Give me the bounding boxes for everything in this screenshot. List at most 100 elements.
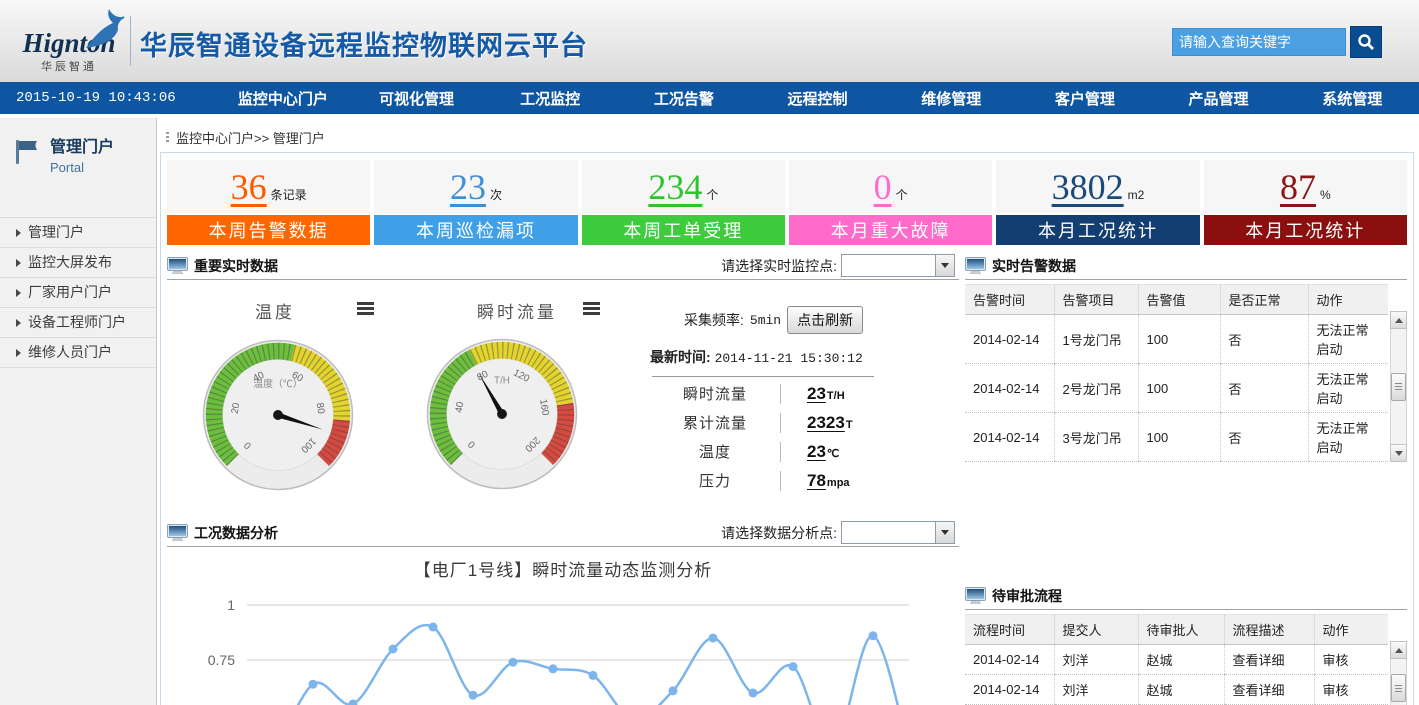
nav-item-visualization[interactable]: 可视化管理 (350, 88, 484, 109)
grip-icon (1395, 383, 1402, 390)
arrow-down-icon (1395, 451, 1403, 456)
chart-menu-icon[interactable] (583, 302, 600, 317)
stat-unit: 条记录 (271, 186, 307, 203)
audit-link[interactable]: 审核 (1314, 645, 1388, 675)
view-detail-link[interactable]: 查看详细 (1224, 675, 1314, 705)
nav-item-system[interactable]: 系统管理 (1285, 88, 1419, 109)
stat-card-monthly-condition-m2[interactable]: 3802 m2 本月工况统计 (996, 160, 1199, 245)
stat-unit: m2 (1128, 188, 1145, 202)
breadcrumb-text: 监控中心门户>> 管理门户 (176, 128, 325, 147)
nav-item-maintenance[interactable]: 维修管理 (884, 88, 1018, 109)
arrow-right-icon (16, 349, 21, 357)
audit-link[interactable]: 审核 (1314, 675, 1388, 705)
monitor-point-select[interactable] (841, 254, 955, 277)
scroll-down-button[interactable] (1390, 444, 1407, 462)
chevron-down-icon (941, 263, 949, 268)
col-header: 告警时间 (965, 285, 1054, 315)
alarm-table: 告警时间 告警项目 告警值 是否正常 动作 2014-02-141号龙门吊100… (965, 284, 1388, 462)
sidebar-item-factory-portal[interactable]: 厂家用户门户 (0, 277, 156, 307)
stat-label: 本周巡检漏项 (374, 215, 577, 245)
nav-item-customer[interactable]: 客户管理 (1018, 88, 1152, 109)
stat-card-weekly-alarms[interactable]: 36条记录 本周告警数据 (167, 160, 370, 245)
scroll-track[interactable] (1390, 329, 1407, 444)
nav-items: 监控中心门户 可视化管理 工况监控 工况告警 远程控制 维修管理 客户管理 产品… (216, 88, 1419, 109)
stat-label: 本月工况统计 (1204, 215, 1407, 245)
stat-card-weekly-inspection[interactable]: 23次 本周巡检漏项 (374, 160, 577, 245)
stat-unit: % (1320, 188, 1331, 202)
sidebar-menu: 管理门户 监控大屏发布 厂家用户门户 设备工程师门户 维修人员门户 (0, 217, 156, 368)
metric-value: 78mpa (780, 471, 850, 491)
logo-subtext: 华辰智通 (10, 58, 128, 74)
main-panel: 36条记录 本周告警数据 23次 本周巡检漏项 234个 本周工单受理 0个 本… (160, 152, 1414, 705)
scroll-thumb[interactable] (1391, 373, 1406, 401)
stat-unit: 个 (706, 186, 718, 203)
table-scrollbar[interactable] (1390, 311, 1407, 462)
col-header: 告警项目 (1054, 285, 1138, 315)
approval-table-wrap: 流程时间 提交人 待审批人 流程描述 动作 2014-02-14刘洋赵城查看详细… (965, 614, 1407, 705)
nav-item-monitor-center[interactable]: 监控中心门户 (216, 88, 350, 109)
freq-label: 采集频率: (684, 310, 744, 330)
search-input[interactable] (1172, 28, 1346, 56)
stat-value: 3802 (1052, 167, 1124, 207)
sidebar-item-label: 设备工程师门户 (28, 308, 126, 337)
portal-subtitle: Portal (50, 160, 114, 175)
stat-value: 0 (874, 167, 892, 207)
scroll-up-button[interactable] (1390, 641, 1407, 659)
svg-text:80: 80 (314, 402, 327, 415)
flow-line-chart: 10.750.5value (167, 583, 937, 705)
chevron-down-icon (941, 530, 949, 535)
stat-value: 36 (231, 167, 267, 207)
scroll-thumb[interactable] (1391, 674, 1406, 702)
chart-menu-icon[interactable] (357, 302, 374, 317)
chart-title: 【电厂1号线】瞬时流量动态监测分析 (167, 556, 959, 581)
metric-value: 2323T (780, 413, 853, 433)
metric-value: 23℃ (780, 442, 839, 462)
view-detail-link[interactable]: 查看详细 (1224, 645, 1314, 675)
analysis-point-select[interactable] (841, 521, 955, 544)
metrics-list: 瞬时流量 23T/H 累计流量 2323T 温度 23℃ 压力 (650, 379, 950, 495)
stat-value: 23 (450, 167, 486, 207)
monitor-icon (167, 524, 188, 541)
header: Hignton 华辰智通 华辰智通设备远程监控物联网云平台 (0, 0, 1419, 83)
svg-text:20: 20 (230, 402, 243, 415)
table-scrollbar[interactable] (1390, 641, 1407, 705)
sidebar-item-engineer-portal[interactable]: 设备工程师门户 (0, 307, 156, 337)
search-button[interactable] (1350, 26, 1382, 58)
sidebar-item-admin-portal[interactable]: 管理门户 (0, 217, 156, 247)
approval-table: 流程时间 提交人 待审批人 流程描述 动作 2014-02-14刘洋赵城查看详细… (965, 614, 1388, 705)
right-column: 实时告警数据 告警时间 告警项目 告警值 是否正常 动作 2014-02-141… (965, 245, 1407, 705)
nav-item-condition-monitor[interactable]: 工况监控 (483, 88, 617, 109)
latest-time-value: 2014-11-21 15:30:12 (715, 351, 863, 366)
scroll-track[interactable] (1390, 659, 1407, 705)
table-row: 2014-02-14刘洋赵城查看详细审核 (965, 675, 1388, 705)
sidebar-item-repair-portal[interactable]: 维修人员门户 (0, 337, 156, 368)
col-header: 是否正常 (1220, 285, 1308, 315)
portal-header: 管理门户 Portal (0, 118, 156, 189)
nav-item-remote-control[interactable]: 远程控制 (751, 88, 885, 109)
realtime-section-header: 重要实时数据 请选择实时监控点: (167, 252, 959, 280)
stat-label: 本月工况统计 (996, 215, 1199, 245)
stat-unit: 次 (490, 186, 502, 203)
table-row: 2014-02-14刘洋赵城查看详细审核 (965, 645, 1388, 675)
col-header: 告警值 (1138, 285, 1220, 315)
section-title: 实时告警数据 (992, 256, 1076, 276)
sidebar-item-label: 厂家用户门户 (28, 278, 112, 307)
alarm-section-header: 实时告警数据 (965, 252, 1407, 280)
realtime-data-panel: 采集频率: 5min 点击刷新 最新时间: 2014-11-21 15:30:1… (650, 306, 950, 495)
nav-item-condition-alarm[interactable]: 工况告警 (617, 88, 751, 109)
stat-label: 本月重大故障 (789, 215, 992, 245)
freq-value: 5min (750, 313, 781, 328)
stat-card-monthly-condition-pct[interactable]: 87% 本月工况统计 (1204, 160, 1407, 245)
gauge-title-temperature: 温度 (255, 298, 295, 323)
col-header: 待审批人 (1138, 615, 1224, 645)
sidebar-item-screen-publish[interactable]: 监控大屏发布 (0, 247, 156, 277)
nav-item-product[interactable]: 产品管理 (1152, 88, 1286, 109)
scroll-up-button[interactable] (1390, 311, 1407, 329)
arrow-right-icon (16, 319, 21, 327)
stat-card-monthly-failures[interactable]: 0个 本月重大故障 (789, 160, 992, 245)
arrow-right-icon (16, 259, 21, 267)
refresh-button[interactable]: 点击刷新 (787, 306, 863, 334)
divider (652, 376, 874, 377)
stat-card-weekly-workorders[interactable]: 234个 本周工单受理 (582, 160, 785, 245)
col-header: 动作 (1308, 285, 1388, 315)
